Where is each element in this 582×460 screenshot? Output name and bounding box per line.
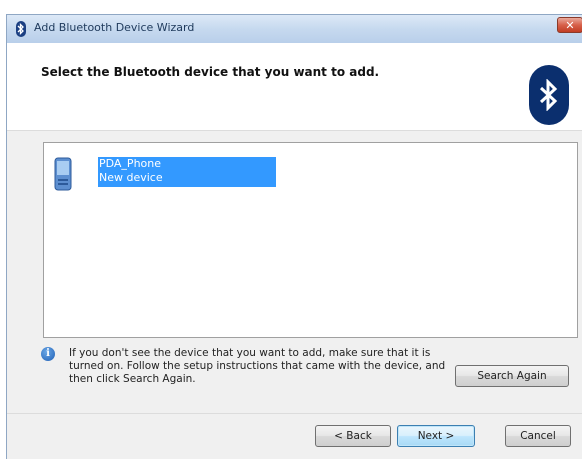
info-icon: i <box>41 347 55 361</box>
search-again-button[interactable]: Search Again <box>455 365 569 387</box>
wizard-window: Add Bluetooth Device Wizard ✕ Select the… <box>6 14 582 459</box>
info-message: i If you don't see the device that you w… <box>41 347 461 397</box>
bluetooth-logo-icon <box>529 65 569 125</box>
next-button[interactable]: Next > <box>397 425 475 447</box>
close-button[interactable]: ✕ <box>557 17 582 33</box>
info-text: If you don't see the device that you wan… <box>69 347 446 385</box>
device-name: PDA_Phone <box>99 157 162 170</box>
window-title: Add Bluetooth Device Wizard <box>34 21 195 34</box>
pda-phone-icon <box>54 157 72 191</box>
page-title: Select the Bluetooth device that you wan… <box>41 65 380 79</box>
bluetooth-icon <box>16 21 26 37</box>
cancel-button[interactable]: Cancel <box>505 425 571 447</box>
back-button[interactable]: < Back <box>315 425 391 447</box>
device-item[interactable]: PDA_Phone New device <box>54 157 276 191</box>
device-status: New device <box>99 171 163 184</box>
wizard-header: Select the Bluetooth device that you wan… <box>7 43 582 131</box>
device-label[interactable]: PDA_Phone New device <box>98 157 276 187</box>
button-bar <box>7 413 582 460</box>
device-list[interactable]: PDA_Phone New device <box>43 142 578 338</box>
title-bar[interactable]: Add Bluetooth Device Wizard ✕ <box>7 15 582 43</box>
